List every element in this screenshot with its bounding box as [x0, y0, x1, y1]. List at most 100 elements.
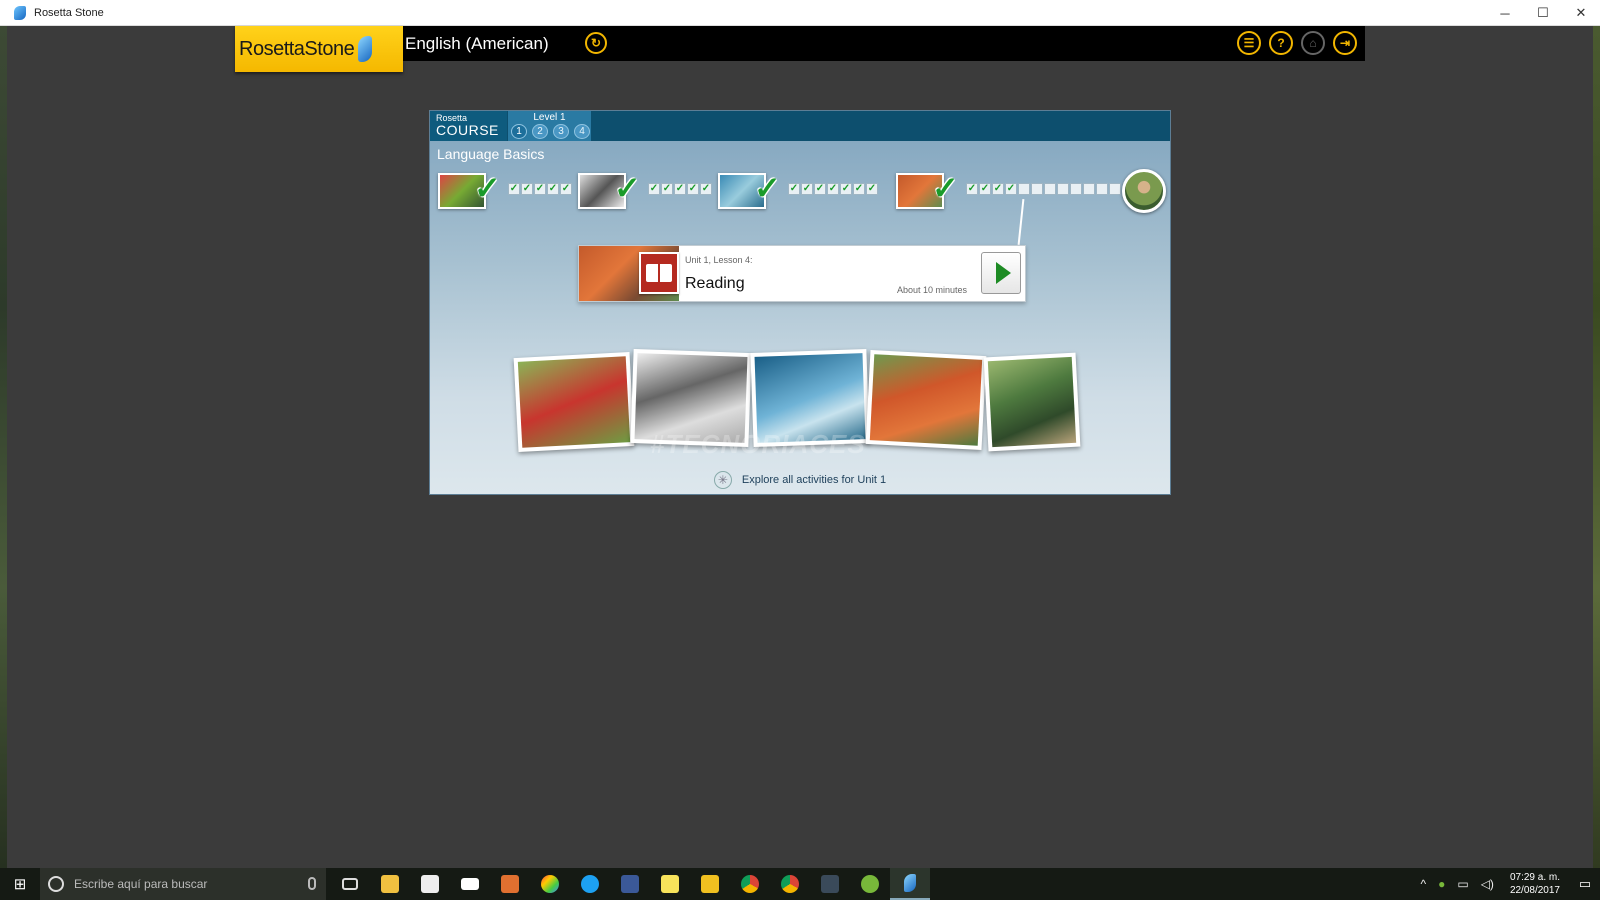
- taskbar-clock[interactable]: 07:29 a. m. 22/08/2017: [1510, 871, 1560, 897]
- level-selector: Level 1 1 2 3 4: [508, 111, 591, 141]
- window-titlebar: Rosetta Stone ─ ☐ ✕: [0, 0, 1600, 26]
- level-2-button[interactable]: 2: [532, 124, 548, 139]
- current-lesson-card[interactable]: Unit 1, Lesson 4: Reading About 10 minut…: [578, 245, 1026, 302]
- course-logo-big: COURSE: [436, 122, 499, 138]
- desktop-edge-left: [0, 26, 7, 868]
- sticky-notes-icon[interactable]: [650, 868, 690, 900]
- window-title: Rosetta Stone: [34, 6, 104, 19]
- minimize-button[interactable]: ─: [1486, 0, 1524, 26]
- lesson-check-icon[interactable]: ✓: [979, 183, 991, 195]
- unit-1-complete-check-icon: ✓: [474, 170, 501, 206]
- home-icon[interactable]: ⌂: [1301, 31, 1325, 55]
- mail-icon[interactable]: [450, 868, 490, 900]
- logo-text: RosettaStone: [239, 37, 355, 60]
- file-explorer-icon[interactable]: [370, 868, 410, 900]
- lesson-check-icon[interactable]: ✓: [687, 183, 699, 195]
- close-button[interactable]: ✕: [1562, 0, 1600, 26]
- lesson-check-icon[interactable]: ✓: [840, 183, 852, 195]
- level-milestone-badge[interactable]: [1122, 169, 1166, 213]
- lesson-check-icon[interactable]: ✓: [853, 183, 865, 195]
- explore-activities-link[interactable]: ✳ Explore all activities for Unit 1: [430, 471, 1170, 489]
- help-icon[interactable]: ?: [1269, 31, 1293, 55]
- twitter-icon[interactable]: [570, 868, 610, 900]
- lesson-pending-box[interactable]: [1109, 183, 1121, 195]
- unit-1-lesson-checks: ✓ ✓ ✓ ✓ ✓: [508, 183, 572, 195]
- utorrent-icon[interactable]: [850, 868, 890, 900]
- rosetta-course-logo: Rosetta COURSE: [430, 111, 507, 141]
- video-editor-icon[interactable]: [810, 868, 850, 900]
- media-player-icon[interactable]: [490, 868, 530, 900]
- lesson-pending-box[interactable]: [1018, 183, 1030, 195]
- lesson-pending-box[interactable]: [1096, 183, 1108, 195]
- watermark-text: #TECNORIACES: [650, 429, 866, 459]
- store-icon[interactable]: [410, 868, 450, 900]
- level-1-button[interactable]: 1: [511, 124, 527, 139]
- lesson-pending-box[interactable]: [1057, 183, 1069, 195]
- tray-expand-icon[interactable]: ^: [1420, 877, 1426, 891]
- course-top-bar: Rosetta COURSE Level 1 1 2 3 4: [430, 111, 1170, 141]
- lesson-check-icon[interactable]: ✓: [648, 183, 660, 195]
- task-view-icon[interactable]: [330, 868, 370, 900]
- unit-4-complete-check-icon: ✓: [932, 170, 959, 206]
- cortana-icon: [48, 876, 64, 892]
- lesson-check-icon[interactable]: ✓: [700, 183, 712, 195]
- rosetta-stone-logo[interactable]: RosettaStone: [235, 26, 403, 72]
- level-dots: 1 2 3 4: [511, 124, 590, 139]
- lesson-check-icon[interactable]: ✓: [866, 183, 878, 195]
- unit-photo[interactable]: [983, 352, 1081, 452]
- lesson-check-icon[interactable]: ✓: [508, 183, 520, 195]
- unit-2-lesson-checks: ✓ ✓ ✓ ✓ ✓: [648, 183, 712, 195]
- lesson-check-icon[interactable]: ✓: [992, 183, 1004, 195]
- notifications-icon[interactable]: ▭: [1570, 868, 1600, 900]
- facebook-icon[interactable]: [610, 868, 650, 900]
- chrome-icon[interactable]: [730, 868, 770, 900]
- desktop-edge-right: [1593, 26, 1600, 868]
- taskbar-search-box[interactable]: Escribe aquí para buscar: [40, 868, 326, 900]
- rosetta-stone-taskbar-icon[interactable]: [890, 868, 930, 900]
- lesson-pending-box[interactable]: [1083, 183, 1095, 195]
- tray-utorrent-icon[interactable]: ●: [1438, 877, 1445, 891]
- switch-language-icon[interactable]: ↻: [585, 32, 607, 54]
- rosetta-app-icon: [14, 5, 26, 20]
- maximize-button[interactable]: ☐: [1524, 0, 1562, 26]
- level-3-button[interactable]: 3: [553, 124, 569, 139]
- header-toolbar: ☰ ? ⌂ ⇥: [1237, 31, 1357, 55]
- unit-photo[interactable]: [865, 350, 987, 450]
- yellow-app-icon[interactable]: [690, 868, 730, 900]
- lesson-check-icon[interactable]: ✓: [827, 183, 839, 195]
- network-icon[interactable]: ▭: [1457, 877, 1468, 891]
- lesson-check-icon[interactable]: ✓: [560, 183, 572, 195]
- taskbar-apps: [330, 868, 930, 900]
- book-icon: [639, 252, 679, 294]
- microphone-icon[interactable]: [308, 877, 316, 890]
- windows-start-icon[interactable]: ⊞: [0, 868, 40, 900]
- lesson-check-icon[interactable]: ✓: [661, 183, 673, 195]
- lesson-check-icon[interactable]: ✓: [534, 183, 546, 195]
- unit-2-complete-check-icon: ✓: [614, 170, 641, 206]
- level-4-button[interactable]: 4: [574, 124, 590, 139]
- lesson-pending-box[interactable]: [1031, 183, 1043, 195]
- lesson-check-icon[interactable]: ✓: [674, 183, 686, 195]
- photos-icon[interactable]: [530, 868, 570, 900]
- lesson-check-icon[interactable]: ✓: [814, 183, 826, 195]
- lesson-check-icon[interactable]: ✓: [801, 183, 813, 195]
- lesson-pending-box[interactable]: [1070, 183, 1082, 195]
- unit-photo[interactable]: [513, 352, 635, 452]
- lesson-check-icon[interactable]: ✓: [788, 183, 800, 195]
- chrome-alt-icon[interactable]: [770, 868, 810, 900]
- level-label: Level 1: [533, 112, 566, 123]
- app-header: RosettaStone English (American) ↻ ☰ ? ⌂ …: [235, 26, 1365, 72]
- lesson-check-icon[interactable]: ✓: [547, 183, 559, 195]
- lesson-subtitle: Unit 1, Lesson 4:: [685, 255, 753, 265]
- lesson-check-icon[interactable]: ✓: [1005, 183, 1017, 195]
- lesson-check-icon[interactable]: ✓: [966, 183, 978, 195]
- volume-icon[interactable]: ◁): [1481, 877, 1494, 891]
- lesson-duration: About 10 minutes: [897, 285, 968, 295]
- window-controls: ─ ☐ ✕: [1486, 0, 1600, 26]
- lesson-check-icon[interactable]: ✓: [521, 183, 533, 195]
- lesson-pending-box[interactable]: [1044, 183, 1056, 195]
- exit-icon[interactable]: ⇥: [1333, 31, 1357, 55]
- clock-time: 07:29 a. m.: [1509, 872, 1560, 883]
- menu-dropdown-icon[interactable]: ☰: [1237, 31, 1261, 55]
- play-lesson-button[interactable]: [981, 252, 1021, 294]
